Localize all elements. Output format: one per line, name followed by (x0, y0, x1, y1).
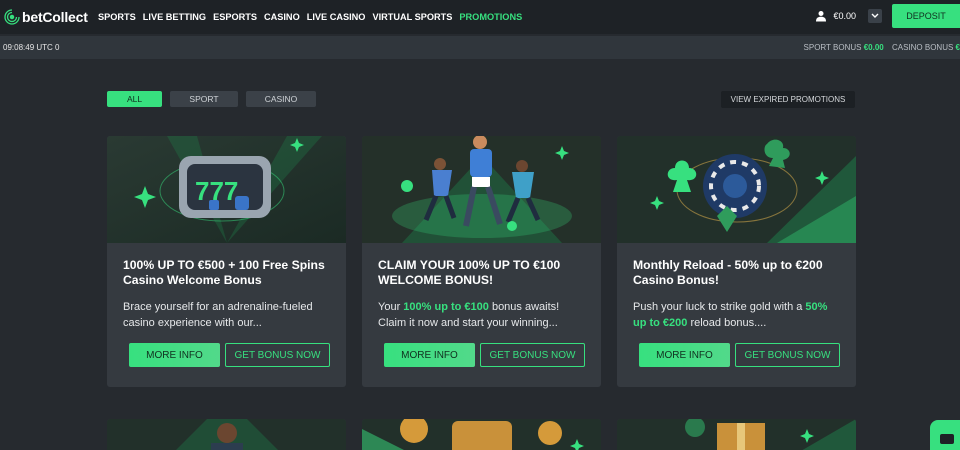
promo-image-athlete (107, 419, 346, 450)
user-icon[interactable] (815, 10, 827, 22)
get-bonus-button[interactable]: GET BONUS NOW (735, 343, 840, 367)
get-bonus-button[interactable]: GET BONUS NOW (225, 343, 330, 367)
promo-card: Monthly Reload - 50% up to €200 Casino B… (617, 136, 856, 387)
more-info-button[interactable]: MORE INFO (129, 343, 220, 367)
clock: 09:08:49 UTC 0 (3, 43, 60, 52)
view-expired-promotions-button[interactable]: VIEW EXPIRED PROMOTIONS (721, 91, 855, 108)
more-info-button[interactable]: MORE INFO (639, 343, 730, 367)
casino-bonus-label: CASINO BONUS (891, 43, 954, 52)
brand-logo[interactable]: betCollect (4, 9, 96, 25)
bonus-balances: SPORT BONUS €0.00 CASINO BONUS € (804, 43, 960, 52)
promo-card: 777 100% UP TO €500 + 100 Free Spins Cas… (107, 136, 346, 387)
promo-actions: MORE INFO GET BONUS NOW (639, 343, 840, 367)
promo-image-football (362, 136, 601, 243)
promo-image-coins (362, 419, 601, 450)
casino-bonus-value: € (955, 43, 960, 52)
promo-description: Push your luck to strike gold with a 50%… (633, 299, 842, 331)
get-bonus-button[interactable]: GET BONUS NOW (480, 343, 585, 367)
top-nav: betCollect SPORTS LIVE BETTING ESPORTS C… (0, 0, 960, 34)
promo-desc-text: Brace yourself for an adrenaline-fueled … (123, 301, 313, 329)
promo-title: Monthly Reload - 50% up to €200 Casino B… (633, 258, 823, 287)
nav-virtual-sports[interactable]: VIRTUAL SPORTS (372, 12, 452, 22)
promo-card-partial (107, 419, 346, 450)
promo-image-casino-chip (617, 136, 856, 243)
sport-bonus-label: SPORT BONUS (803, 43, 862, 52)
main-nav: SPORTS LIVE BETTING ESPORTS CASINO LIVE … (98, 12, 522, 22)
promo-desc-highlight: 100% up to €100 (403, 301, 489, 313)
promo-image-gift (617, 419, 856, 450)
promo-card-body: CLAIM YOUR 100% UP TO €100 WELCOME BONUS… (362, 243, 601, 331)
nav-sports[interactable]: SPORTS (98, 12, 136, 22)
promo-desc-text: Your (378, 301, 404, 313)
nav-casino[interactable]: CASINO (264, 12, 300, 22)
promo-description: Brace yourself for an adrenaline-fueled … (123, 299, 332, 331)
promo-title: 100% UP TO €500 + 100 Free Spins Casino … (123, 258, 325, 287)
nav-esports[interactable]: ESPORTS (213, 12, 257, 22)
nav-live-betting[interactable]: LIVE BETTING (143, 12, 206, 22)
promo-title: CLAIM YOUR 100% UP TO €100 WELCOME BONUS… (378, 258, 561, 287)
promo-card-body: 100% UP TO €500 + 100 Free Spins Casino … (107, 243, 346, 331)
account-dropdown-button[interactable] (868, 9, 882, 23)
deposit-button[interactable]: DEPOSIT (892, 4, 960, 28)
nav-live-casino[interactable]: LIVE CASINO (307, 12, 366, 22)
chevron-down-icon (871, 13, 879, 18)
filter-casino[interactable]: CASINO (246, 91, 316, 107)
balance-amount: €0.00 (833, 11, 856, 21)
sport-bonus-value: €0.00 (863, 43, 884, 52)
filter-all[interactable]: ALL (107, 91, 162, 107)
brand-name: betCollect (22, 9, 88, 25)
promo-actions: MORE INFO GET BONUS NOW (129, 343, 330, 367)
promo-card-partial (617, 419, 856, 450)
status-bar: 09:08:49 UTC 0 SPORT BONUS €0.00 CASINO … (0, 36, 960, 59)
promo-card-partial (362, 419, 601, 450)
promo-card: CLAIM YOUR 100% UP TO €100 WELCOME BONUS… (362, 136, 601, 387)
logo-icon (4, 9, 20, 25)
promo-card-body: Monthly Reload - 50% up to €200 Casino B… (617, 243, 856, 331)
more-info-button[interactable]: MORE INFO (384, 343, 475, 367)
nav-promotions[interactable]: PROMOTIONS (459, 12, 522, 22)
promo-description: Your 100% up to €100 bonus awaits! Claim… (378, 299, 587, 331)
chat-button[interactable] (930, 420, 960, 450)
promo-desc-text: reload bonus.... (687, 317, 767, 329)
promo-desc-text: Push your luck to strike gold with a (633, 301, 806, 313)
chat-icon (940, 434, 954, 444)
promo-actions: MORE INFO GET BONUS NOW (384, 343, 585, 367)
filter-sport[interactable]: SPORT (170, 91, 238, 107)
promo-image-slot-machine: 777 (107, 136, 346, 243)
account-area: €0.00 (815, 9, 882, 23)
promo-filter-tabs: ALL SPORT CASINO (107, 91, 316, 107)
